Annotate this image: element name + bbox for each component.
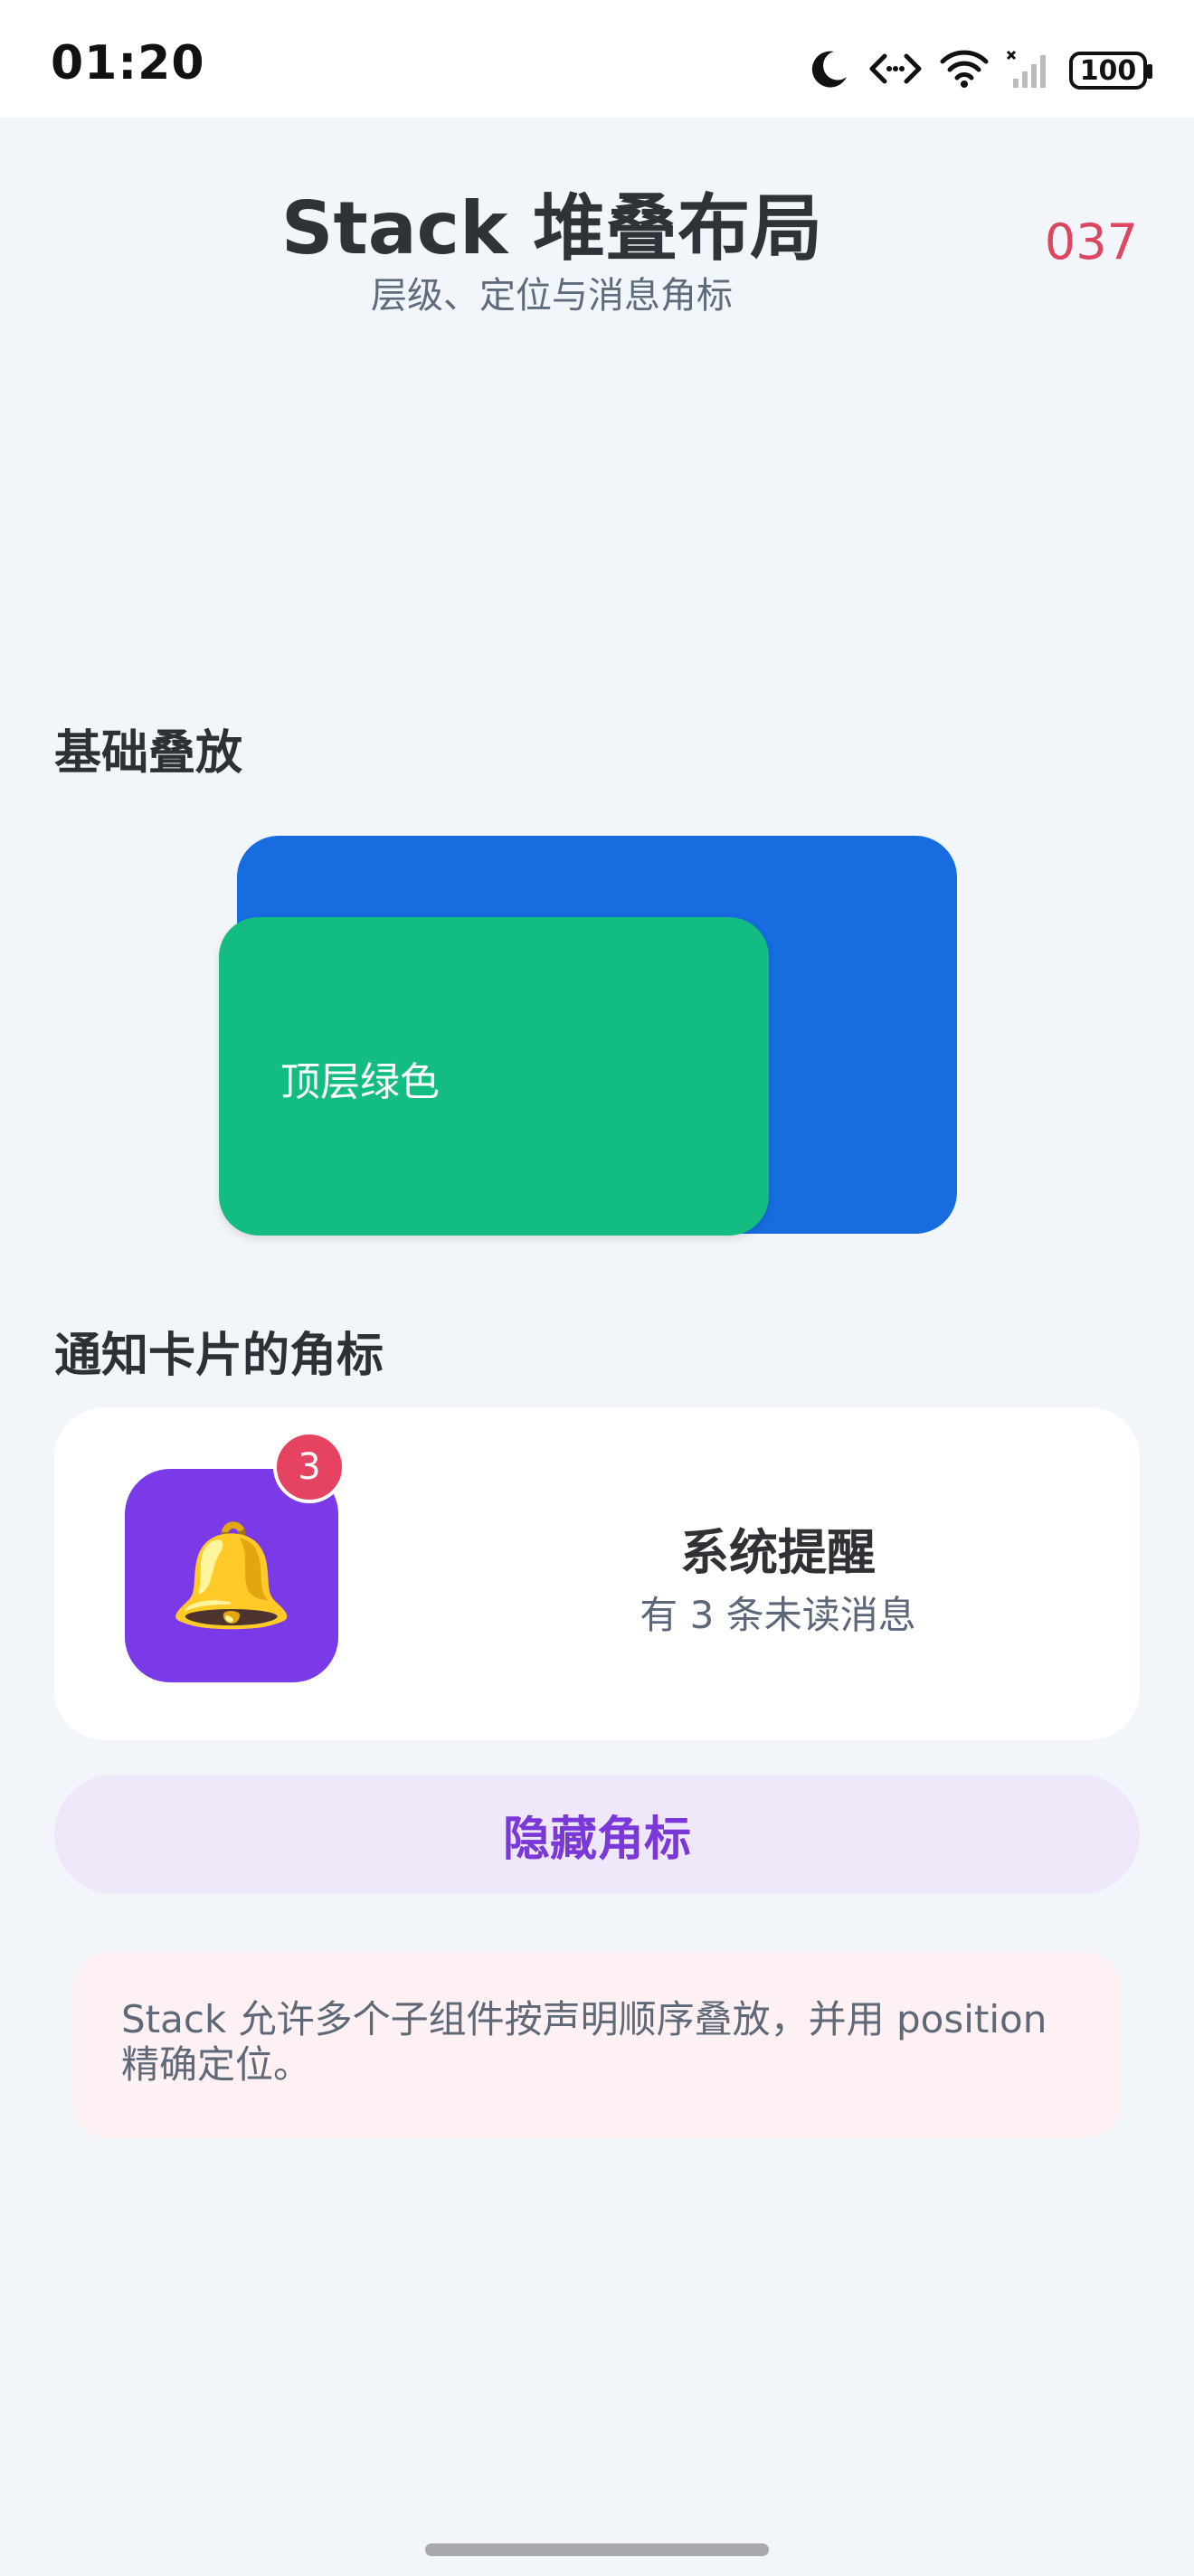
moon-icon <box>807 46 852 95</box>
status-icons: 100 <box>807 45 1152 96</box>
wifi-icon <box>939 49 990 92</box>
info-box: Stack 允许多个子组件按声明顺序叠放，并用 position 精确定位。 <box>72 1952 1122 2138</box>
page-subtitle: 层级、定位与消息角标 <box>371 275 733 317</box>
section-title-basic-stack: 基础叠放 <box>54 726 243 781</box>
battery-icon: 100 <box>1069 52 1152 90</box>
page-counter: 037 <box>1044 213 1138 270</box>
notification-subtitle: 有 3 条未读消息 <box>640 1593 916 1637</box>
status-bar: 01:20 100 <box>0 0 1194 118</box>
code-icon <box>867 51 924 90</box>
page-title: Stack 堆叠布局 <box>280 186 823 270</box>
info-text: Stack 允许多个子组件按声明顺序叠放，并用 position 精确定位。 <box>121 1997 1047 2088</box>
notification-card: 🔔 3 系统提醒 有 3 条未读消息 <box>54 1407 1140 1740</box>
status-time: 01:20 <box>51 36 205 90</box>
section-title-notification-badge: 通知卡片的角标 <box>54 1329 384 1383</box>
home-indicator[interactable] <box>425 2543 769 2556</box>
signal-icon <box>1004 48 1055 93</box>
basic-stack-demo: 顶层绿色 <box>219 836 957 1237</box>
notification-badge: 3 <box>273 1431 346 1503</box>
hide-badge-button[interactable]: 隐藏角标 <box>54 1775 1140 1894</box>
top-layer-label: 顶层绿色 <box>280 1059 440 1105</box>
top-green-layer: 顶层绿色 <box>219 917 769 1236</box>
notification-title: 系统提醒 <box>680 1524 876 1581</box>
